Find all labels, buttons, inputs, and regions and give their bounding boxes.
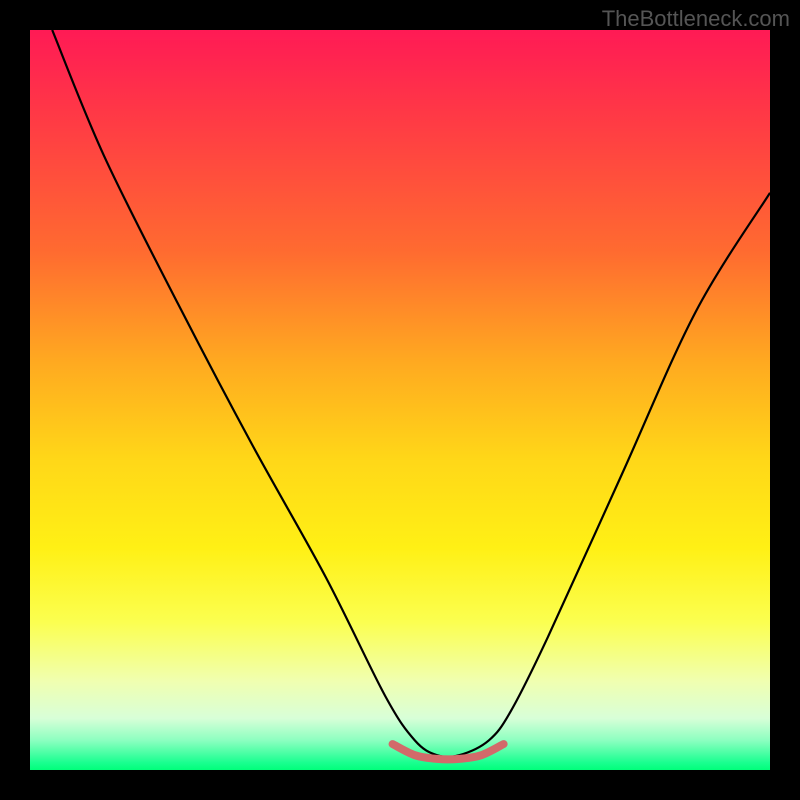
optimal-zone-path [393,744,504,759]
chart-svg [30,30,770,770]
bottleneck-curve-path [52,30,770,757]
watermark-text: TheBottleneck.com [602,6,790,32]
bottleneck-chart [30,30,770,770]
